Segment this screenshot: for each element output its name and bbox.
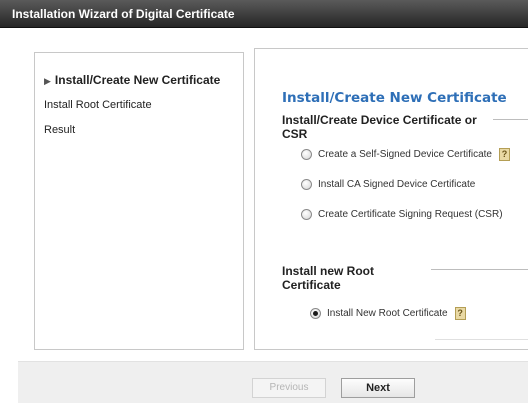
radio-label: Create a Self-Signed Device Certificate bbox=[318, 149, 492, 160]
radio-label: Install New Root Certificate bbox=[327, 308, 448, 319]
radio-label: Install CA Signed Device Certificate bbox=[318, 179, 476, 190]
previous-button[interactable]: Previous bbox=[252, 378, 326, 398]
device-certificate-section-heading: Install/Create Device Certificate or CSR bbox=[282, 113, 477, 141]
wizard-content-panel: Install/Create New Certificate Install/C… bbox=[254, 48, 528, 350]
section-heading-line: Install/Create Device Certificate or bbox=[282, 113, 477, 127]
sidebar-item-label: Result bbox=[44, 124, 76, 136]
wizard-step-list: ▶ Install/Create New Certificate Install … bbox=[34, 52, 244, 350]
sidebar-item-install-create-new-certificate[interactable]: ▶ Install/Create New Certificate bbox=[35, 73, 243, 98]
next-button[interactable]: Next bbox=[341, 378, 415, 398]
section-heading-line: Install new Root bbox=[282, 264, 375, 278]
section-heading-line: CSR bbox=[282, 127, 308, 141]
wizard-footer: Previous Next bbox=[18, 361, 528, 403]
radio-button[interactable] bbox=[301, 209, 312, 220]
sidebar-item-result[interactable]: Result bbox=[35, 123, 243, 148]
sidebar-item-label: Install/Create New Certificate bbox=[54, 73, 221, 87]
radio-button[interactable] bbox=[301, 149, 312, 160]
page-title: Install/Create New Certificate bbox=[282, 90, 507, 106]
content-bottom-divider bbox=[435, 339, 528, 340]
section-divider bbox=[431, 269, 528, 270]
section-divider bbox=[493, 119, 528, 120]
help-icon[interactable]: ? bbox=[498, 148, 510, 161]
current-step-arrow-icon: ▶ bbox=[44, 76, 51, 86]
radio-create-self-signed-certificate[interactable]: Create a Self-Signed Device Certificate … bbox=[301, 148, 510, 161]
section-heading-line: Certificate bbox=[282, 278, 341, 292]
radio-button[interactable] bbox=[301, 179, 312, 190]
radio-label: Create Certificate Signing Request (CSR) bbox=[318, 209, 503, 220]
help-icon[interactable]: ? bbox=[454, 307, 466, 320]
root-certificate-section-heading: Install new Root Certificate bbox=[282, 264, 374, 292]
sidebar-item-install-root-certificate[interactable]: Install Root Certificate bbox=[35, 98, 243, 123]
window-title: Installation Wizard of Digital Certifica… bbox=[12, 7, 235, 21]
radio-install-ca-signed-certificate[interactable]: Install CA Signed Device Certificate bbox=[301, 179, 475, 190]
window-titlebar: Installation Wizard of Digital Certifica… bbox=[0, 0, 528, 28]
sidebar-item-label: Install Root Certificate bbox=[44, 99, 152, 111]
radio-create-csr[interactable]: Create Certificate Signing Request (CSR) bbox=[301, 209, 503, 220]
radio-button[interactable] bbox=[310, 308, 321, 319]
radio-install-new-root-certificate[interactable]: Install New Root Certificate ? bbox=[310, 307, 466, 320]
